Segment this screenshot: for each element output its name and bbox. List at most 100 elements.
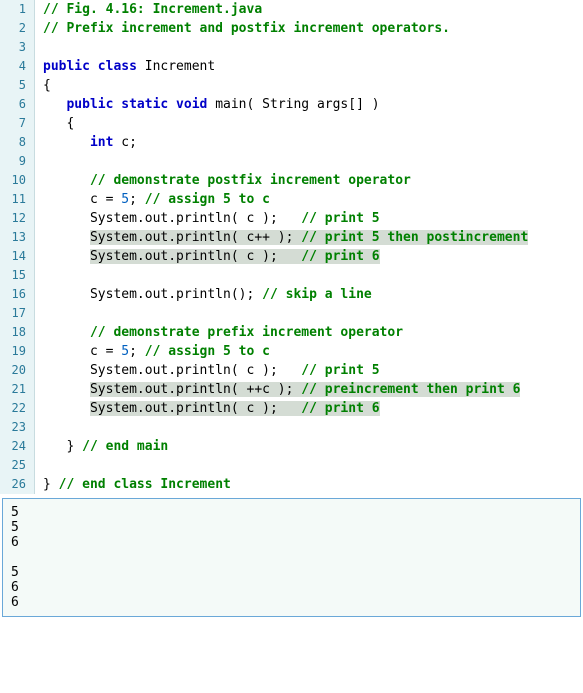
- code-content: // demonstrate postfix increment operato…: [35, 171, 583, 190]
- line-number: 13: [0, 228, 35, 247]
- code-content: System.out.println( c++ ); // print 5 th…: [35, 228, 583, 247]
- code-token: [43, 382, 90, 397]
- code-token: // assign 5 to c: [145, 192, 270, 207]
- line-number: 1: [0, 0, 35, 19]
- code-token: [43, 249, 90, 264]
- code-line: 21 System.out.println( ++c ); // preincr…: [0, 380, 583, 399]
- code-token: [43, 40, 51, 55]
- code-content: System.out.println(); // skip a line: [35, 285, 583, 304]
- code-line: 1 // Fig. 4.16: Increment.java: [0, 0, 583, 19]
- code-listing: 1 // Fig. 4.16: Increment.java 2// Prefix …: [0, 0, 583, 494]
- line-number: 18: [0, 323, 35, 342]
- code-line: 7 {: [0, 114, 583, 133]
- code-line: 6 public static void main( String args[]…: [0, 95, 583, 114]
- code-token: System.out.println( c );: [43, 363, 301, 378]
- line-number: 4: [0, 57, 35, 76]
- line-number: 20: [0, 361, 35, 380]
- code-content: [35, 456, 583, 475]
- code-token: {: [43, 116, 74, 131]
- code-line: 8 int c;: [0, 133, 583, 152]
- code-token: c =: [43, 192, 121, 207]
- line-number: 15: [0, 266, 35, 285]
- code-content: } // end class Increment: [35, 475, 583, 494]
- code-line: 12 System.out.println( c ); // print 5: [0, 209, 583, 228]
- code-token: // demonstrate prefix increment operator: [90, 325, 403, 340]
- code-token: [43, 458, 51, 473]
- code-content: System.out.println( c ); // print 5: [35, 209, 583, 228]
- code-content: [35, 418, 583, 437]
- code-content: [35, 38, 583, 57]
- code-token: 5: [121, 192, 129, 207]
- code-line: 5{: [0, 76, 583, 95]
- line-number: 8: [0, 133, 35, 152]
- line-number: 12: [0, 209, 35, 228]
- code-line: 14 System.out.println( c ); // print 6: [0, 247, 583, 266]
- code-content: {: [35, 76, 583, 95]
- code-token: main( String args[] ): [207, 97, 379, 112]
- code-line: 2// Prefix increment and postfix increme…: [0, 19, 583, 38]
- line-number: 17: [0, 304, 35, 323]
- code-line: 17: [0, 304, 583, 323]
- code-token: // print 6: [301, 249, 379, 264]
- code-token: System.out.println( c );: [43, 211, 301, 226]
- code-token: System.out.println();: [43, 287, 262, 302]
- code-token: }: [43, 477, 59, 492]
- code-token: [43, 420, 51, 435]
- code-token: // print 5: [301, 363, 379, 378]
- code-token: public static void: [66, 97, 207, 112]
- code-token: c;: [113, 135, 136, 150]
- code-token: System.out.println( c );: [90, 401, 301, 416]
- code-content: // demonstrate prefix increment operator: [35, 323, 583, 342]
- code-token: [43, 306, 51, 321]
- line-number: 19: [0, 342, 35, 361]
- code-token: Increment: [137, 59, 215, 74]
- line-number: 7: [0, 114, 35, 133]
- code-line: 10 // demonstrate postfix increment oper…: [0, 171, 583, 190]
- code-token: // print 5: [301, 211, 379, 226]
- code-token: // end class Increment: [59, 477, 231, 492]
- code-token: // preincrement then print 6: [301, 382, 520, 397]
- code-line: 19 c = 5; // assign 5 to c: [0, 342, 583, 361]
- code-token: [43, 230, 90, 245]
- line-number: 3: [0, 38, 35, 57]
- code-token: // demonstrate postfix increment operato…: [90, 173, 411, 188]
- code-line: 22 System.out.println( c ); // print 6: [0, 399, 583, 418]
- code-line: 3: [0, 38, 583, 57]
- code-token: [43, 135, 90, 150]
- code-content: public class Increment: [35, 57, 583, 76]
- code-token: // Fig. 4.16: Increment.java: [43, 2, 262, 17]
- line-number: 9: [0, 152, 35, 171]
- code-token: System.out.println( c++ );: [90, 230, 301, 245]
- code-content: {: [35, 114, 583, 133]
- code-content: System.out.println( c ); // print 6: [35, 247, 583, 266]
- code-content: System.out.println( c ); // print 5: [35, 361, 583, 380]
- code-content: c = 5; // assign 5 to c: [35, 190, 583, 209]
- code-token: [43, 268, 51, 283]
- program-output: 5 5 6 5 6 6: [2, 498, 581, 617]
- line-number: 5: [0, 76, 35, 95]
- code-token: [43, 173, 90, 188]
- code-line: 15: [0, 266, 583, 285]
- line-number: 26: [0, 475, 35, 494]
- code-token: // skip a line: [262, 287, 372, 302]
- code-content: // Prefix increment and postfix incremen…: [35, 19, 583, 38]
- code-token: public class: [43, 59, 137, 74]
- code-content: } // end main: [35, 437, 583, 456]
- code-content: c = 5; // assign 5 to c: [35, 342, 583, 361]
- code-token: System.out.println( c );: [90, 249, 301, 264]
- code-content: public static void main( String args[] ): [35, 95, 583, 114]
- code-token: System.out.println( ++c );: [90, 382, 301, 397]
- code-line: 26} // end class Increment: [0, 475, 583, 494]
- code-token: 5: [121, 344, 129, 359]
- code-content: System.out.println( c ); // print 6: [35, 399, 583, 418]
- code-line: 4public class Increment: [0, 57, 583, 76]
- line-number: 14: [0, 247, 35, 266]
- code-token: ;: [129, 192, 145, 207]
- code-token: }: [43, 439, 82, 454]
- line-number: 25: [0, 456, 35, 475]
- code-line: 20 System.out.println( c ); // print 5: [0, 361, 583, 380]
- line-number: 22: [0, 399, 35, 418]
- code-line: 23: [0, 418, 583, 437]
- code-token: [43, 401, 90, 416]
- code-token: {: [43, 78, 51, 93]
